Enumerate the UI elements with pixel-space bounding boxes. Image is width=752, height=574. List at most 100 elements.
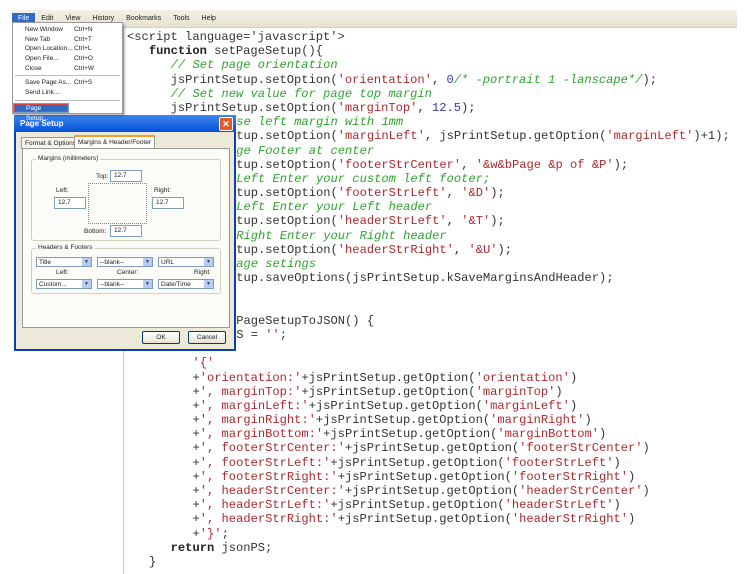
code-line: +', headerStrRight:'+jsPrintSetup.getOpt… xyxy=(127,512,730,526)
bottom-margin-input[interactable]: 12.7 xyxy=(110,225,142,237)
code-string: ', marginTop:' xyxy=(199,384,302,399)
code-text: + xyxy=(192,469,200,484)
code-text: )+1); xyxy=(693,129,730,144)
menu-item-open-location[interactable]: Open Location... Ctrl+L xyxy=(13,44,122,54)
menu-item-new-window[interactable]: New Window Ctrl+N xyxy=(13,25,122,35)
code-text: ) xyxy=(569,370,578,385)
footer-center-select[interactable]: --blank-- ▼ xyxy=(97,279,153,289)
code-string: 'marginLeft' xyxy=(337,129,425,144)
code-text: ); xyxy=(642,72,657,87)
code-string: ', headerStrRight:' xyxy=(199,512,338,527)
cancel-button[interactable]: Cancel xyxy=(188,331,226,344)
code-string: 'headerStrLeft' xyxy=(504,498,614,513)
code-text: ; xyxy=(279,327,287,342)
code-text: +jsPrintSetup.getOption( xyxy=(337,512,512,527)
code-comment: Left Enter your custom left footer; xyxy=(236,171,491,186)
close-icon[interactable]: ✕ xyxy=(219,117,233,131)
header-center-select[interactable]: --blank-- ▼ xyxy=(97,257,153,267)
code-string: ', headerStrLeft:' xyxy=(199,498,331,513)
code-text: + xyxy=(192,526,200,541)
code-string: 'marginTop' xyxy=(475,384,556,399)
code-text: ); xyxy=(490,214,505,229)
code-text: ) xyxy=(642,441,650,456)
menu-item-shortcut: Ctrl+N xyxy=(74,26,93,33)
code-line: +', marginBottom:'+jsPrintSetup.getOptio… xyxy=(127,427,730,441)
code-text: , jsPrintSetup.getOption( xyxy=(424,129,607,144)
code-line: // Set new value for page top margin xyxy=(127,87,730,101)
menu-history[interactable]: History xyxy=(86,15,120,22)
code-text: ) xyxy=(555,384,563,399)
menu-item-shortcut xyxy=(74,88,122,98)
header-left-select[interactable]: Title ▼ xyxy=(36,257,92,267)
footer-right-value: Date/Time xyxy=(161,281,191,288)
code-text: <script language='javascript'> xyxy=(127,30,345,44)
left-margin-input[interactable]: 12.7 xyxy=(54,197,86,209)
menu-item-send-link[interactable]: Send Link... xyxy=(13,88,122,98)
chevron-down-icon: ▼ xyxy=(204,258,213,266)
code-text: ) xyxy=(613,455,621,470)
code-string: 'headerStrCenter' xyxy=(519,484,643,498)
code-string: 'footerStrCenter' xyxy=(337,157,462,172)
ok-button[interactable]: OK xyxy=(142,331,180,344)
menu-item-shortcut: Ctrl+T xyxy=(74,35,92,43)
menu-item-label: Open Location... xyxy=(25,45,73,53)
margins-label: Margins (millimeters) xyxy=(36,155,101,162)
code-number: 12.5 xyxy=(431,100,461,115)
code-text: ; xyxy=(221,526,229,541)
code-string: 'orientation:' xyxy=(199,370,302,385)
code-text: + xyxy=(192,398,200,413)
code-line: +'}'; xyxy=(127,527,730,541)
code-line: '{' xyxy=(127,356,730,370)
menu-item-shortcut: Ctrl+L xyxy=(74,45,92,53)
file-menu-dropdown: New Window Ctrl+N New Tab Ctrl+T Open Loca… xyxy=(12,22,123,122)
page-preview xyxy=(88,183,147,224)
code-line: jsPrintSetup.setOption('orientation', 0/… xyxy=(127,73,730,87)
code-text: + xyxy=(192,498,200,513)
menu-item-open-file[interactable]: Open File... Ctrl+O xyxy=(13,54,122,64)
code-text: ); xyxy=(497,242,512,257)
code-text: +jsPrintSetup.getOption( xyxy=(301,384,476,399)
code-text: tup.saveOptions(jsPrintSetup.kSaveMargin… xyxy=(236,271,614,286)
footer-right-select[interactable]: Date/Time ▼ xyxy=(158,279,214,289)
menu-item-shortcut: Ctrl+S xyxy=(74,79,93,87)
menu-tools[interactable]: Tools xyxy=(167,15,195,22)
code-line: +'orientation:'+jsPrintSetup.getOption('… xyxy=(127,371,730,385)
tab-panel: Margins (millimeters) Top: 12.7 Left: 12… xyxy=(22,148,230,328)
menu-help[interactable]: Help xyxy=(196,15,222,22)
right-margin-input[interactable]: 12.7 xyxy=(152,197,184,209)
code-line: +', headerStrCenter:'+jsPrintSetup.getOp… xyxy=(127,484,730,498)
top-margin-input[interactable]: 12.7 xyxy=(110,170,142,182)
header-right-select[interactable]: URL ▼ xyxy=(158,257,214,267)
code-string: 'marginLeft' xyxy=(482,398,570,413)
code-text: jsPrintSetup.setOption( xyxy=(170,72,338,87)
menu-item-close[interactable]: Close Ctrl+W xyxy=(13,64,122,74)
code-text: tup.setOption( xyxy=(236,186,338,201)
chevron-down-icon: ▼ xyxy=(143,280,152,288)
code-string: '&w&bPage &p of &P' xyxy=(475,157,614,172)
code-text: +jsPrintSetup.getOption( xyxy=(337,469,512,484)
menu-edit[interactable]: Edit xyxy=(35,15,59,22)
code-text: + xyxy=(192,484,200,498)
code-string: 'footerStrLeft' xyxy=(337,186,447,201)
code-line: +', headerStrLeft:'+jsPrintSetup.getOpti… xyxy=(127,498,730,512)
code-text: +jsPrintSetup.getOption( xyxy=(344,484,520,498)
footer-left-select[interactable]: Custom... ▼ xyxy=(36,279,92,289)
code-text: tup.setOption( xyxy=(236,242,338,257)
code-string: ', marginRight:' xyxy=(199,413,316,428)
code-text: ) xyxy=(628,512,636,527)
margins-group: Margins (millimeters) Top: 12.7 Left: 12… xyxy=(31,155,221,241)
code-text: PageSetupToJSON() { xyxy=(236,313,375,328)
menu-item-label: New Tab xyxy=(25,35,51,43)
code-text: , xyxy=(453,242,469,257)
code-keyword: function xyxy=(148,44,207,59)
menu-item-page-setup[interactable]: Page Setup... xyxy=(13,102,69,122)
menu-item-new-tab[interactable]: New Tab Ctrl+T xyxy=(13,35,122,45)
code-string: '&U' xyxy=(468,242,498,257)
menu-bookmarks[interactable]: Bookmarks xyxy=(120,15,167,22)
code-line: +', footerStrRight:'+jsPrintSetup.getOpt… xyxy=(127,470,730,484)
menu-view[interactable]: View xyxy=(59,15,86,22)
code-number: 0 xyxy=(446,72,454,87)
code-line: jsPrintSetup.setOption('marginTop', 12.5… xyxy=(127,101,730,115)
menu-item-save-page-as[interactable]: Save Page As... Ctrl+S xyxy=(13,78,122,88)
code-line: +', footerStrLeft:'+jsPrintSetup.getOpti… xyxy=(127,456,730,470)
